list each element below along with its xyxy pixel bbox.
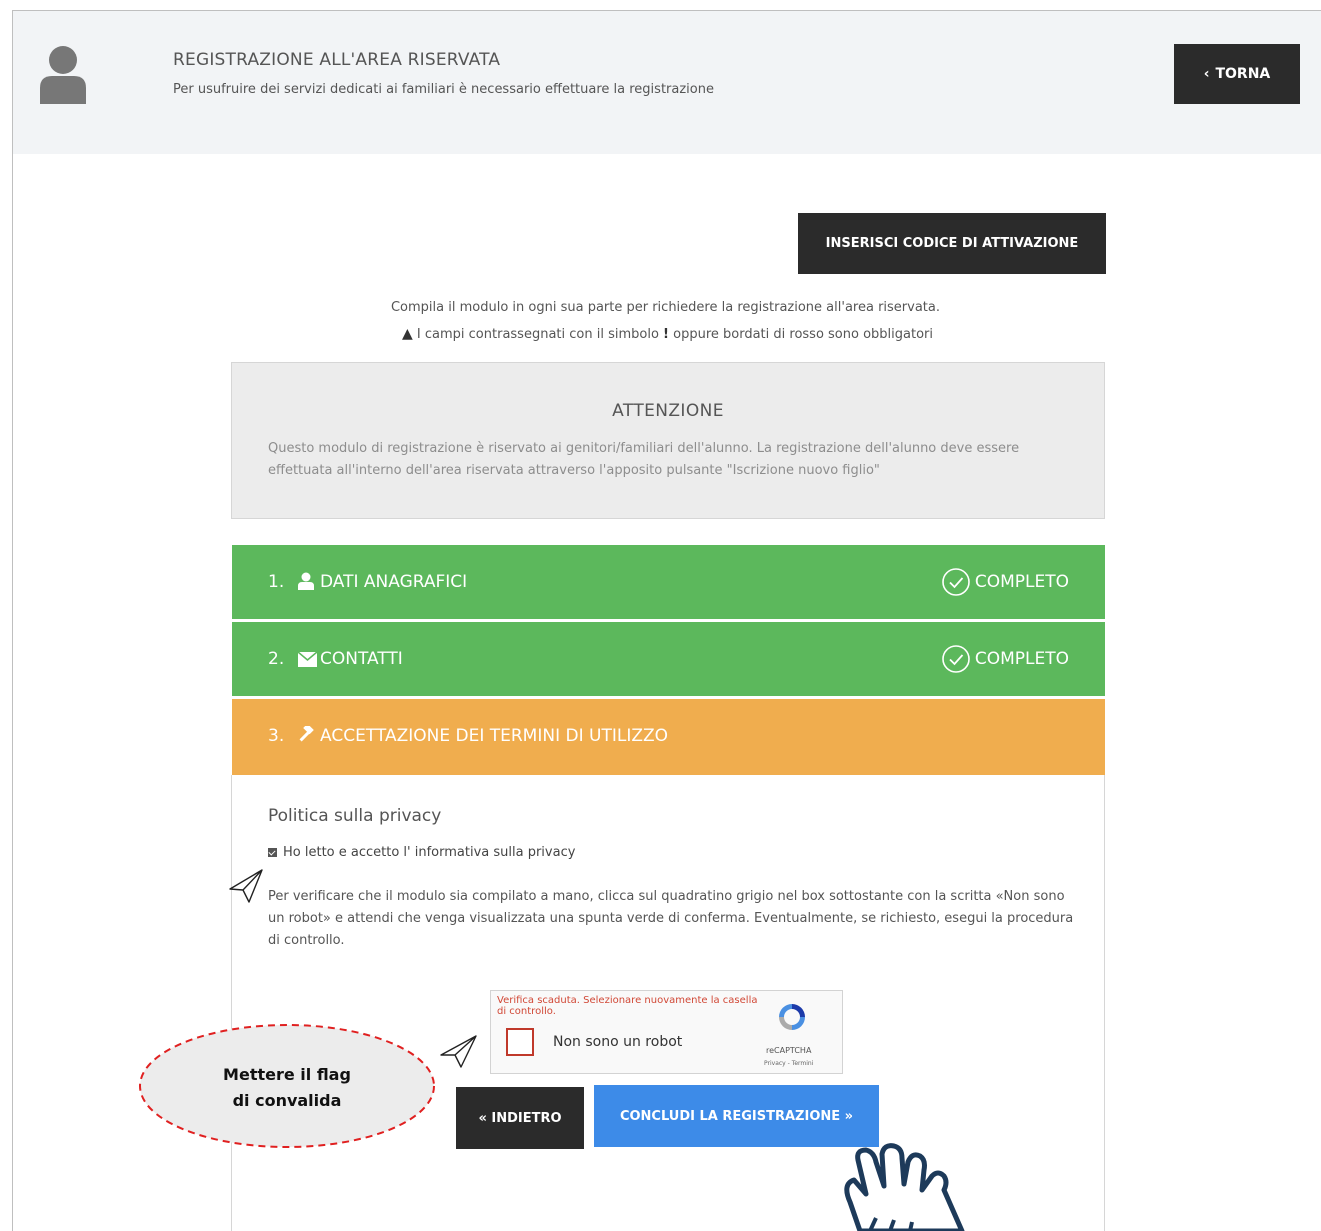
intro-text: Compila il modulo in ogni sua parte per … xyxy=(390,300,940,315)
recaptcha-error: Verifica scaduta. Selezionare nuovamente… xyxy=(497,995,758,1017)
annotation-text: Mettere il flag di convalida xyxy=(187,1062,387,1114)
arrow-cursor-icon xyxy=(229,869,263,903)
step-status-label: COMPLETO xyxy=(974,649,1069,669)
step-label: ACCETTAZIONE DEI TERMINI DI UTILIZZO xyxy=(320,726,669,746)
step-accettazione[interactable]: 3. ACCETTAZIONE DEI TERMINI DI UTILIZZO xyxy=(232,699,1105,775)
privacy-checkbox-label: Ho letto e accetto l' informativa sulla … xyxy=(283,845,576,860)
annotation-line-1: Mettere il flag xyxy=(223,1065,351,1084)
required-note-pre: I campi contrassegnati con il simbolo xyxy=(416,327,659,342)
chevron-left-icon: ‹ xyxy=(1203,66,1210,82)
gavel-icon xyxy=(299,726,314,742)
recaptcha-logo-icon xyxy=(779,1004,805,1030)
recaptcha-checkbox[interactable] xyxy=(506,1028,534,1056)
step-contatti[interactable]: 2. CONTATTI COMPLETO xyxy=(232,622,1105,696)
attention-text: Questo modulo di registrazione è riserva… xyxy=(268,441,1020,478)
complete-registration-button[interactable]: CONCLUDI LA REGISTRAZIONE » xyxy=(594,1085,879,1147)
required-symbol: ! xyxy=(663,327,669,342)
page-subtitle: Per usufruire dei servizi dedicati ai fa… xyxy=(173,82,714,97)
required-note-post: oppure bordati di rosso sono obbligatori xyxy=(673,327,933,342)
recaptcha-label: Non sono un robot xyxy=(553,1034,683,1050)
page-title: REGISTRAZIONE ALL'AREA RISERVATA xyxy=(173,50,501,70)
arrow-cursor-icon xyxy=(440,1035,477,1068)
privacy-checkbox[interactable] xyxy=(268,848,277,857)
previous-button[interactable]: « INDIETRO xyxy=(456,1087,584,1149)
back-button[interactable]: ‹ TORNA xyxy=(1174,44,1300,104)
check-circle-icon xyxy=(942,645,970,673)
verify-instructions: Per verificare che il modulo sia compila… xyxy=(268,889,1074,948)
recaptcha-brand: reCAPTCHA xyxy=(766,1046,812,1055)
back-button-label: TORNA xyxy=(1215,66,1271,82)
step-status: COMPLETO xyxy=(941,567,1069,597)
user-icon xyxy=(298,572,314,590)
step-number: 1. xyxy=(268,572,285,592)
envelope-icon xyxy=(298,652,317,667)
step-number: 3. xyxy=(268,726,285,746)
frame-border-left xyxy=(12,10,13,1231)
step-status-label: COMPLETO xyxy=(974,572,1069,592)
hand-pointer-icon xyxy=(844,1143,965,1231)
attention-box: ATTENZIONE Questo modulo di registrazion… xyxy=(231,362,1105,519)
attention-title: ATTENZIONE xyxy=(612,401,724,421)
annotation-line-2: di convalida xyxy=(232,1091,342,1110)
check-circle-icon xyxy=(942,568,970,596)
warning-icon: ▲ xyxy=(402,326,413,342)
user-avatar-icon xyxy=(40,46,86,104)
recaptcha-widget: Verifica scaduta. Selezionare nuovamente… xyxy=(490,990,843,1074)
step-label: DATI ANAGRAFICI xyxy=(320,572,468,592)
step-status: COMPLETO xyxy=(941,644,1069,674)
recaptcha-links[interactable]: Privacy - Termini xyxy=(764,1060,813,1067)
step-label: CONTATTI xyxy=(320,649,403,669)
privacy-checkbox-row[interactable]: Ho letto e accetto l' informativa sulla … xyxy=(268,845,575,860)
step-dati-anagrafici[interactable]: 1. DATI ANAGRAFICI COMPLETO xyxy=(232,545,1105,619)
privacy-title: Politica sulla privacy xyxy=(268,806,442,826)
required-fields-note: ▲ I campi contrassegnati con il simbolo … xyxy=(0,326,1321,342)
step-number: 2. xyxy=(268,649,285,669)
activation-code-button[interactable]: INSERISCI CODICE DI ATTIVAZIONE xyxy=(798,213,1106,274)
